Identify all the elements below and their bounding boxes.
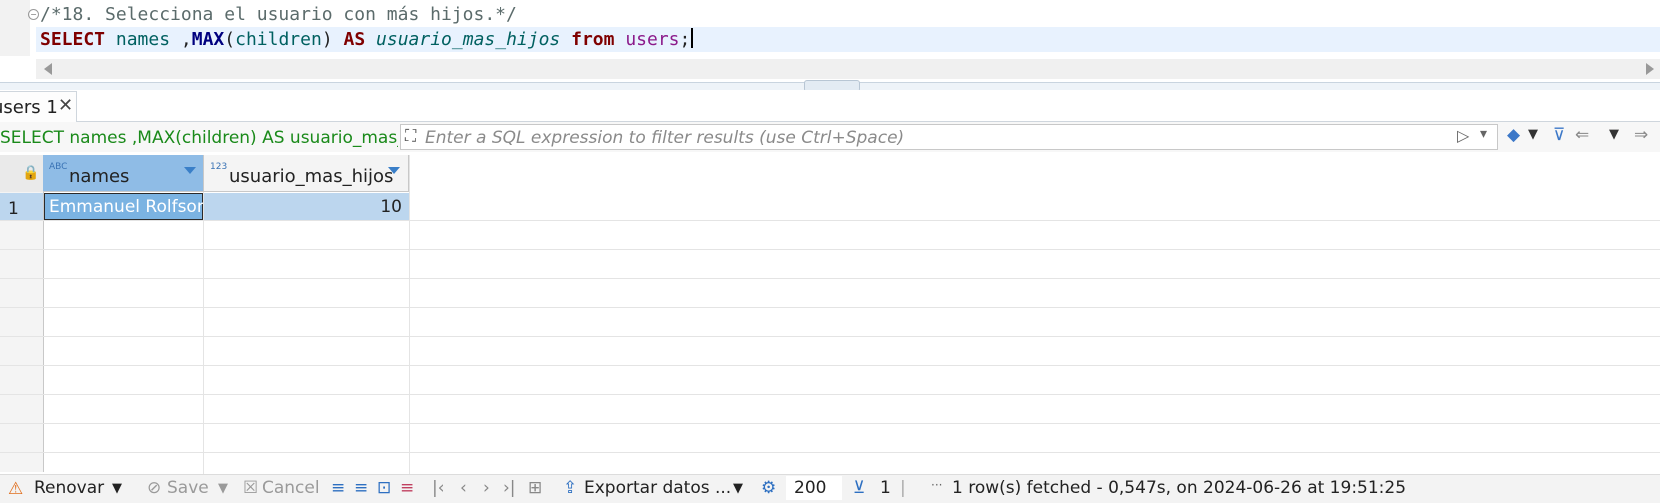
filter-history-dropdown-icon[interactable]: ▾ <box>1480 126 1487 142</box>
chevron-down-icon[interactable]: ▼ <box>1528 127 1538 142</box>
forward-icon[interactable]: ⇒ <box>1634 125 1648 145</box>
cell-names-value: Emmanuel Rolfson <box>49 197 208 217</box>
grid-row-line <box>0 394 1660 395</box>
row-count-value: 1 <box>880 478 891 498</box>
results-tab-strip <box>0 90 1660 122</box>
filter-icon[interactable]: ⊽ <box>1553 125 1565 145</box>
sql-alias: usuario_mas_hijos <box>376 29 561 50</box>
refresh-button[interactable]: Renovar <box>34 478 104 498</box>
grid-row-line <box>0 278 1660 279</box>
column-header-usuario-mas-hijos[interactable]: 123 usuario_mas_hijos <box>204 155 409 192</box>
scroll-right-icon[interactable] <box>1646 63 1654 75</box>
grid-row-line <box>0 365 1660 366</box>
sql-table: users <box>625 29 680 50</box>
grid-row-line <box>0 220 1660 221</box>
export-button[interactable]: Exportar datos ... <box>584 478 731 498</box>
cell-usuario-mas-hijos-value: 10 <box>380 197 402 217</box>
settings-icon[interactable]: ⚙ <box>761 478 776 498</box>
text-caret <box>691 28 694 48</box>
back-icon[interactable]: ⇐ <box>1575 125 1589 145</box>
row-number: 1 <box>8 199 19 219</box>
export-icon[interactable]: ⇪ <box>563 478 577 498</box>
more-dots[interactable]: ··· <box>931 478 942 492</box>
sql-statement-line[interactable]: SELECT names ,MAX(children) AS usuario_m… <box>40 28 694 50</box>
tab-label: users 1 <box>0 97 58 118</box>
sql-arg: children <box>235 29 322 50</box>
sql-column: names <box>115 29 171 50</box>
fetch-all-icon[interactable]: ⊞ <box>528 478 542 498</box>
type-abc-icon: ABC <box>49 162 68 172</box>
row-1-header[interactable] <box>0 193 43 220</box>
sort-icon[interactable] <box>184 167 196 174</box>
query-preview[interactable]: SELECT names ,MAX(children) AS usuario_m… <box>0 128 398 148</box>
eraser-icon[interactable]: ◆ <box>1507 125 1520 145</box>
save-icon[interactable]: ⊘ <box>147 478 161 498</box>
sql-comma: , <box>170 29 192 50</box>
cancel-icon[interactable]: ☒ <box>243 478 258 498</box>
row-count-icon[interactable]: ⊻ <box>853 478 865 498</box>
copy-row-icon[interactable]: ⊡ <box>377 478 391 498</box>
cancel-button[interactable]: Cancel <box>262 478 320 498</box>
sql-paren-close: ) <box>321 29 333 50</box>
grid-column-line <box>409 155 410 474</box>
grid-column-line <box>203 192 204 474</box>
first-page-icon[interactable]: |‹ <box>432 478 445 498</box>
chevron-down-icon[interactable]: ▼ <box>1609 127 1619 142</box>
next-page-icon[interactable]: › <box>483 478 490 498</box>
sql-paren-open: ( <box>224 29 236 50</box>
last-page-icon[interactable]: ›| <box>503 478 516 498</box>
save-button[interactable]: Save <box>167 478 209 498</box>
column-label: names <box>69 166 130 187</box>
chevron-down-icon[interactable]: ▼ <box>218 481 228 496</box>
type-123-icon: 123 <box>210 162 228 172</box>
grid-row-line <box>0 336 1660 337</box>
fetch-size-value: 200 <box>794 478 827 498</box>
expand-icon[interactable]: ⛶ <box>405 126 416 146</box>
sql-semicolon: ; <box>679 29 691 50</box>
column-header-names[interactable]: ABC names <box>43 155 204 192</box>
chevron-down-icon[interactable]: ▼ <box>733 481 743 496</box>
status-text: 1 row(s) fetched - 0,547s, on 2024-06-26… <box>952 478 1407 498</box>
editor-horizontal-scrollbar[interactable] <box>36 59 1660 79</box>
close-icon[interactable]: ✕ <box>58 95 73 116</box>
filter-placeholder: Enter a SQL expression to filter results… <box>425 128 905 148</box>
kw-from: from <box>571 29 615 50</box>
sort-icon[interactable] <box>388 167 400 174</box>
sql-comment-line: /*18. Selecciona el usuario con más hijo… <box>40 4 517 25</box>
row-number-column <box>0 192 44 472</box>
grid-row-line <box>0 452 1660 453</box>
apply-filter-icon[interactable]: ▷ <box>1457 126 1469 145</box>
fold-toggle-icon[interactable]: − <box>28 9 39 20</box>
previous-page-icon[interactable]: ‹ <box>460 478 467 498</box>
add-row-icon[interactable]: ≡ <box>354 478 368 498</box>
lock-icon: 🔒 <box>22 165 40 181</box>
scroll-left-icon[interactable] <box>44 63 52 75</box>
editor-gutter <box>0 0 30 56</box>
kw-as: AS <box>343 29 366 50</box>
chevron-down-icon[interactable]: ▼ <box>112 481 122 496</box>
grid-row-line <box>0 423 1660 424</box>
grid-row-line <box>0 249 1660 250</box>
column-label: usuario_mas_hijos <box>229 166 394 187</box>
edit-row-icon[interactable]: ≡ <box>331 478 345 498</box>
grid-row-line <box>0 307 1660 308</box>
delete-row-icon[interactable]: ≡ <box>400 478 414 498</box>
kw-select: SELECT <box>40 29 106 50</box>
toolbar-separator: | <box>900 478 906 498</box>
refresh-icon[interactable]: ⚠ <box>8 479 23 499</box>
sql-function: MAX <box>191 29 225 50</box>
